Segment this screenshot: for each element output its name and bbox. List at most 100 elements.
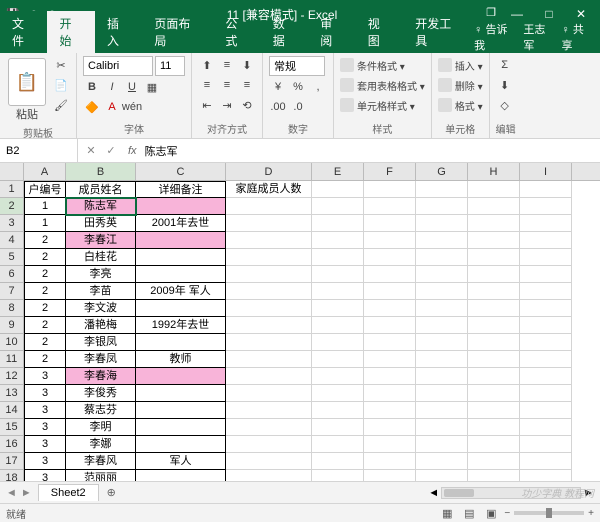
orientation-icon[interactable]: ⟲ [238,96,256,114]
cell[interactable] [520,436,572,453]
cell[interactable] [312,249,364,266]
hscroll-left-icon[interactable]: ◄ [428,487,439,499]
cell[interactable] [468,436,520,453]
cell[interactable] [226,453,312,470]
column-header[interactable]: H [468,163,520,180]
cell[interactable] [416,385,468,402]
cell[interactable] [312,181,364,198]
cell[interactable] [468,249,520,266]
cell[interactable] [136,198,226,215]
cell[interactable] [136,368,226,385]
cut-icon[interactable]: ✂ [52,56,70,74]
cell[interactable] [136,402,226,419]
cell[interactable] [364,266,416,283]
cell[interactable] [364,402,416,419]
cell[interactable] [416,198,468,215]
align-middle-icon[interactable]: ≡ [218,56,236,74]
column-header[interactable]: D [226,163,312,180]
user-name[interactable]: 王志军 [523,21,555,53]
view-pagebreak-icon[interactable]: ▣ [482,504,500,522]
cell[interactable]: 潘艳梅 [66,317,136,334]
delete-cells-button[interactable]: 删除 ▾ [438,76,483,94]
cell[interactable] [520,266,572,283]
copy-icon[interactable]: 📄 [52,76,70,94]
cell[interactable] [226,300,312,317]
tab-layout[interactable]: 页面布局 [142,11,213,53]
cell[interactable] [468,300,520,317]
sheet-nav-next-icon[interactable]: ► [21,487,32,499]
align-left-icon[interactable]: ≡ [198,76,216,94]
cell[interactable]: 2 [24,317,66,334]
cell[interactable]: 2 [24,351,66,368]
cell[interactable] [364,470,416,481]
cell[interactable] [226,232,312,249]
cell[interactable] [520,198,572,215]
column-header[interactable]: B [66,163,136,180]
cell[interactable] [468,266,520,283]
bold-button[interactable]: B [83,78,101,96]
cell[interactable] [468,453,520,470]
tab-developer[interactable]: 开发工具 [403,11,474,53]
cell[interactable] [468,181,520,198]
cell[interactable] [520,249,572,266]
cell[interactable] [312,351,364,368]
tell-me[interactable]: ♀ 告诉我 [474,21,517,53]
cell[interactable]: 李亮 [66,266,136,283]
cell[interactable] [468,351,520,368]
cell[interactable] [364,249,416,266]
cell[interactable] [520,368,572,385]
cell[interactable]: 李银凤 [66,334,136,351]
cell[interactable] [226,215,312,232]
table-format-button[interactable]: 套用表格格式 ▾ [340,76,425,94]
cell[interactable] [416,402,468,419]
cell[interactable] [312,402,364,419]
cell[interactable] [312,385,364,402]
cell[interactable] [226,368,312,385]
cell[interactable]: 李春凤 [66,351,136,368]
cell[interactable] [364,436,416,453]
indent-decrease-icon[interactable]: ⇤ [198,96,216,114]
cell[interactable] [520,232,572,249]
cell[interactable] [364,300,416,317]
align-center-icon[interactable]: ≡ [218,76,236,94]
cell[interactable] [312,368,364,385]
border-button[interactable]: ▦ [143,78,161,96]
cell[interactable] [312,232,364,249]
cell[interactable]: 2 [24,334,66,351]
cell[interactable]: 3 [24,453,66,470]
row-header[interactable]: 1 [0,181,24,198]
row-header[interactable]: 2 [0,198,24,215]
cell[interactable] [520,385,572,402]
cell[interactable] [136,300,226,317]
cell[interactable] [416,266,468,283]
cell[interactable]: 教师 [136,351,226,368]
cell[interactable] [520,334,572,351]
cell[interactable]: 2 [24,300,66,317]
cell[interactable]: 2009年 军人 [136,283,226,300]
cell[interactable] [364,334,416,351]
cell[interactable] [416,300,468,317]
row-header[interactable]: 10 [0,334,24,351]
cell[interactable] [226,385,312,402]
tab-insert[interactable]: 插入 [95,11,142,53]
cell[interactable]: 2 [24,232,66,249]
font-color-button[interactable]: A [103,98,121,116]
cell[interactable]: 白桂花 [66,249,136,266]
cell[interactable] [416,453,468,470]
cell[interactable]: 军人 [136,453,226,470]
row-header[interactable]: 7 [0,283,24,300]
tab-file[interactable]: 文件 [0,11,47,53]
cell[interactable]: 家庭成员人数 [226,181,312,198]
cell[interactable]: 户编号 [24,181,66,198]
cell[interactable] [520,300,572,317]
view-normal-icon[interactable]: ▦ [438,504,456,522]
cell[interactable] [416,368,468,385]
cell[interactable] [364,453,416,470]
cell[interactable] [312,283,364,300]
cell[interactable] [416,232,468,249]
column-header[interactable]: I [520,163,572,180]
cell[interactable]: 李明 [66,419,136,436]
enter-formula-icon[interactable]: ✓ [102,144,120,157]
font-size-select[interactable] [155,56,185,76]
cell[interactable] [226,402,312,419]
